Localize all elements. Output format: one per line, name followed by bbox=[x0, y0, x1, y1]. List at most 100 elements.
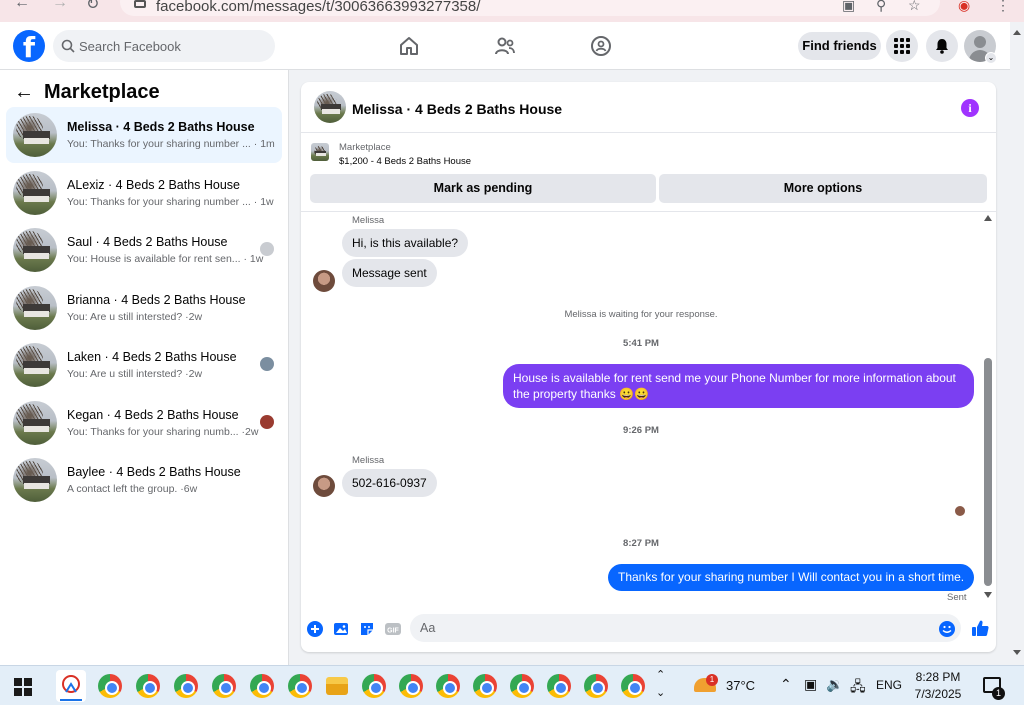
chrome-taskbar-icon[interactable] bbox=[212, 674, 236, 698]
chrome-taskbar-icon[interactable] bbox=[436, 674, 460, 698]
chrome-taskbar-icon[interactable] bbox=[174, 674, 198, 698]
forward-arrow-icon[interactable]: → bbox=[52, 0, 68, 12]
gif-icon[interactable]: GIF bbox=[384, 620, 402, 638]
conversation-item[interactable]: ALexiz · 4 Beds 2 Baths House You: Thank… bbox=[6, 165, 282, 221]
message-input[interactable] bbox=[410, 614, 961, 642]
clock-time: 8:28 PM bbox=[915, 670, 961, 684]
search-box[interactable] bbox=[53, 30, 275, 62]
profile-icon[interactable]: ◉ bbox=[958, 0, 970, 14]
conversation-item[interactable]: Saul · 4 Beds 2 Baths House You: House i… bbox=[6, 222, 282, 278]
message-timestamp: 5:41 PM bbox=[623, 338, 659, 349]
page-scrollbar[interactable] bbox=[1010, 22, 1024, 665]
sent-status: Sent bbox=[947, 592, 967, 603]
file-explorer-icon[interactable] bbox=[326, 677, 348, 695]
more-options-button[interactable]: More options bbox=[659, 174, 987, 203]
conversation-snippet: You: House is available for rent sen... … bbox=[67, 253, 264, 265]
chat-avatar[interactable] bbox=[314, 91, 346, 123]
incoming-message[interactable]: 502-616-0937 bbox=[342, 469, 437, 497]
svg-text:GIF: GIF bbox=[387, 628, 399, 635]
conversation-item[interactable]: Melissa · 4 Beds 2 Baths House You: Than… bbox=[6, 107, 282, 163]
network-icon[interactable]: 🖧 bbox=[850, 676, 866, 700]
sender-name: Melissa bbox=[352, 215, 385, 226]
page-scroll-up-arrow-icon[interactable] bbox=[1013, 30, 1021, 35]
browser-menu-icon[interactable]: ⋮ bbox=[996, 0, 1010, 14]
sticker-icon[interactable] bbox=[358, 620, 376, 638]
chat-panel: Melissa · 4 Beds 2 Baths House i Marketp… bbox=[301, 82, 996, 652]
chat-header: Melissa · 4 Beds 2 Baths House i bbox=[301, 82, 996, 133]
plus-icon[interactable] bbox=[306, 620, 324, 638]
listing-thumbnail bbox=[13, 286, 57, 330]
chrome-taskbar-icon[interactable] bbox=[136, 674, 160, 698]
windows-start-icon[interactable] bbox=[14, 678, 32, 696]
thumbs-up-icon[interactable] bbox=[970, 618, 990, 638]
facebook-logo-icon[interactable]: f bbox=[13, 30, 45, 62]
mark-as-pending-button[interactable]: Mark as pending bbox=[310, 174, 656, 203]
back-arrow-icon[interactable]: ← bbox=[14, 81, 34, 104]
chrome-taskbar-icon[interactable] bbox=[584, 674, 608, 698]
grid-menu-icon bbox=[894, 38, 910, 54]
listing-price-title[interactable]: $1,200 - 4 Beds 2 Baths House bbox=[339, 156, 471, 167]
temperature[interactable]: 37°C bbox=[726, 678, 755, 693]
chevron-down-icon[interactable]: ⌄ bbox=[656, 686, 665, 699]
emoji-icon[interactable] bbox=[938, 620, 956, 638]
chrome-taskbar-icon[interactable] bbox=[473, 674, 497, 698]
thread-scrollbar[interactable] bbox=[983, 213, 993, 605]
groups-icon[interactable] bbox=[589, 34, 613, 58]
zoom-icon[interactable]: ⚲ bbox=[876, 0, 886, 14]
search-input[interactable] bbox=[79, 30, 269, 62]
conversation-item[interactable]: Baylee · 4 Beds 2 Baths House A contact … bbox=[6, 452, 282, 508]
install-app-icon[interactable]: ▣ bbox=[842, 0, 855, 14]
conversation-item[interactable]: Laken · 4 Beds 2 Baths House You: Are u … bbox=[6, 337, 282, 393]
chevron-up-icon[interactable]: ⌃ bbox=[656, 668, 665, 681]
listing-thumbnail bbox=[13, 228, 57, 272]
scroll-up-arrow-icon[interactable] bbox=[984, 215, 992, 221]
back-arrow-icon[interactable]: ← bbox=[14, 0, 30, 12]
outgoing-message[interactable]: Thanks for your sharing number I Will co… bbox=[608, 564, 974, 591]
site-info-icon[interactable] bbox=[134, 0, 146, 8]
chrome-taskbar-icon[interactable] bbox=[98, 674, 122, 698]
listing-thumbnail[interactable] bbox=[311, 143, 329, 161]
sender-avatar[interactable] bbox=[313, 475, 335, 497]
pinned-app-icon[interactable] bbox=[56, 670, 86, 702]
chrome-taskbar-icon[interactable] bbox=[362, 674, 386, 698]
message-timestamp: 9:26 PM bbox=[623, 425, 659, 436]
message-timestamp: 8:27 PM bbox=[623, 538, 659, 549]
message-composer: GIF bbox=[301, 612, 996, 646]
friends-icon[interactable] bbox=[493, 34, 517, 58]
chrome-taskbar-icon[interactable] bbox=[288, 674, 312, 698]
bookmark-star-icon[interactable]: ☆ bbox=[908, 0, 921, 14]
outgoing-message[interactable]: House is available for rent send me your… bbox=[503, 364, 974, 408]
notifications-button[interactable] bbox=[926, 30, 958, 62]
home-icon[interactable] bbox=[397, 34, 421, 58]
conversation-snippet: You: Thanks for your sharing number ... … bbox=[67, 138, 275, 150]
facebook-topbar: f Find friends bbox=[0, 22, 1010, 70]
conversation-snippet: You: Are u still intersted? ·2w bbox=[67, 311, 203, 323]
account-chevron-down-icon[interactable]: ⌄ bbox=[985, 52, 997, 64]
incoming-message[interactable]: Hi, is this available? bbox=[342, 229, 469, 257]
meet-now-icon[interactable]: ▣ bbox=[804, 676, 817, 693]
scroll-down-arrow-icon[interactable] bbox=[984, 592, 992, 598]
find-friends-button[interactable]: Find friends bbox=[798, 32, 881, 60]
chrome-taskbar-icon[interactable] bbox=[250, 674, 274, 698]
sender-name: Melissa bbox=[352, 455, 385, 466]
scroll-thumb[interactable] bbox=[984, 358, 992, 586]
chrome-taskbar-icon[interactable] bbox=[621, 674, 645, 698]
conversation-item[interactable]: Kegan · 4 Beds 2 Baths House You: Thanks… bbox=[6, 395, 282, 451]
language-indicator[interactable]: ENG bbox=[876, 678, 902, 692]
chrome-taskbar-icon[interactable] bbox=[510, 674, 534, 698]
chrome-taskbar-icon[interactable] bbox=[399, 674, 423, 698]
sender-avatar[interactable] bbox=[313, 270, 335, 292]
incoming-message[interactable]: Message sent bbox=[342, 259, 437, 287]
chrome-taskbar-icon[interactable] bbox=[547, 674, 571, 698]
page-scroll-down-arrow-icon[interactable] bbox=[1013, 650, 1021, 655]
taskbar-clock[interactable]: 8:28 PM 7/3/2025 bbox=[910, 669, 966, 703]
conversation-item[interactable]: Brianna · 4 Beds 2 Baths House You: Are … bbox=[6, 280, 282, 336]
chat-title[interactable]: Melissa · 4 Beds 2 Baths House bbox=[352, 101, 562, 117]
reload-icon[interactable]: ↻ bbox=[86, 0, 99, 14]
info-icon[interactable]: i bbox=[961, 99, 979, 117]
menu-button[interactable] bbox=[886, 30, 918, 62]
show-hidden-icons-chevron-up-icon[interactable]: ⌃ bbox=[780, 676, 792, 693]
photo-icon[interactable] bbox=[332, 620, 350, 638]
address-bar[interactable]: facebook.com/messages/t/3006366399327735… bbox=[120, 0, 940, 16]
volume-icon[interactable]: 🔉 bbox=[826, 676, 843, 693]
